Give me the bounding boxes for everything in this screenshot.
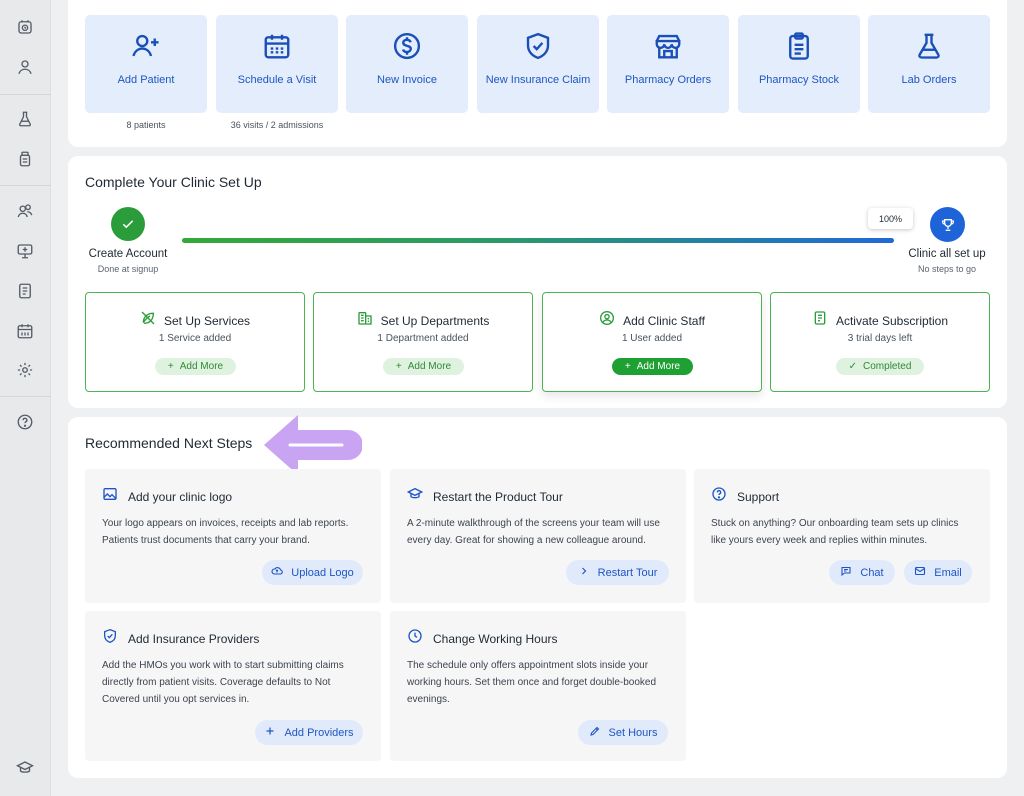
image-icon bbox=[102, 486, 118, 507]
add-providers-button[interactable]: Add Providers bbox=[255, 720, 363, 745]
milestone-start-sub: Done at signup bbox=[97, 264, 159, 274]
trophy-icon bbox=[930, 207, 965, 242]
step-sub: 1 Service added bbox=[158, 333, 232, 344]
graduation-cap-icon[interactable] bbox=[14, 757, 36, 779]
help-icon[interactable] bbox=[14, 411, 36, 433]
progress-percent-label: 100% bbox=[868, 208, 913, 229]
add-more-departments-button[interactable]: + Add More bbox=[383, 358, 464, 375]
shield-check-icon bbox=[521, 29, 555, 63]
plus-icon: + bbox=[395, 361, 402, 372]
dashboard-icon[interactable] bbox=[14, 16, 36, 38]
step-card-departments[interactable]: Set Up Departments 1 Department added + A… bbox=[313, 292, 533, 392]
restart-tour-button[interactable]: Restart Tour bbox=[566, 560, 669, 585]
lab-orders-button[interactable]: Lab Orders bbox=[868, 15, 990, 113]
subscription-completed-badge: ✓ Completed bbox=[836, 358, 924, 375]
step-sub: 1 User added bbox=[621, 333, 683, 344]
add-more-services-button[interactable]: + Add More bbox=[155, 358, 236, 375]
shield-check-icon bbox=[102, 628, 118, 649]
flask-icon bbox=[912, 29, 946, 63]
rec-card-logo: Add your clinic logo Your logo appears o… bbox=[85, 469, 381, 603]
cloud-upload-icon bbox=[271, 565, 284, 580]
rec-body: Stuck on anything? Our onboarding team s… bbox=[711, 518, 959, 546]
calendar-icon bbox=[260, 29, 294, 63]
quick-actions-panel: Add Patient Schedule a Visit New Invoice… bbox=[68, 0, 1007, 147]
milestone-end-title: Clinic all set up bbox=[908, 248, 986, 260]
chat-icon bbox=[840, 565, 852, 580]
pharmacy-bottle-icon[interactable] bbox=[14, 148, 36, 170]
clock-icon bbox=[407, 628, 423, 649]
chat-button[interactable]: Chat bbox=[829, 560, 895, 585]
new-insurance-claim-button[interactable]: New Insurance Claim bbox=[477, 15, 599, 113]
plus-icon bbox=[264, 725, 276, 740]
clipboard-icon bbox=[782, 29, 816, 63]
lab-flask-icon[interactable] bbox=[14, 108, 36, 130]
rec-card-insurance: Add Insurance Providers Add the HMOs you… bbox=[85, 611, 381, 761]
step-title: Add Clinic Staff bbox=[623, 313, 705, 328]
monitor-icon[interactable] bbox=[14, 240, 36, 262]
recommended-panel: Recommended Next Steps Add your clinic l… bbox=[68, 415, 1007, 778]
step-card-services[interactable]: Set Up Services 1 Service added + Add Mor… bbox=[85, 292, 305, 392]
add-more-staff-button[interactable]: + Add More bbox=[612, 358, 693, 375]
calendar-icon[interactable] bbox=[14, 320, 36, 342]
milestone-start-title: Create Account bbox=[88, 248, 168, 260]
mail-icon bbox=[914, 565, 926, 580]
step-title: Set Up Departments bbox=[380, 313, 490, 328]
pharmacy-stock-button[interactable]: Pharmacy Stock bbox=[738, 15, 860, 113]
step-card-subscription[interactable]: Activate Subscription 3 trial days left … bbox=[770, 292, 990, 392]
step-sub: 3 trial days left bbox=[847, 333, 913, 344]
clinic-setup-panel: Complete Your Clinic Set Up Create Accou… bbox=[68, 156, 1007, 408]
upload-logo-button[interactable]: Upload Logo bbox=[262, 560, 363, 585]
no-service-icon bbox=[140, 310, 156, 331]
staff-group-icon[interactable] bbox=[14, 200, 36, 222]
checkmark-icon: ✓ bbox=[848, 361, 858, 372]
step-sub: 1 Department added bbox=[377, 333, 469, 344]
add-user-icon bbox=[129, 29, 163, 63]
rec-card-working-hours: Change Working Hours The schedule only o… bbox=[390, 611, 686, 761]
dollar-icon bbox=[390, 29, 424, 63]
user-icon[interactable] bbox=[14, 56, 36, 78]
milestone-end-sub: No steps to go bbox=[917, 264, 977, 274]
rec-card-support: Support Stuck on anything? Our onboardin… bbox=[694, 469, 990, 603]
step-card-staff[interactable]: Add Clinic Staff 1 User added + Add More bbox=[542, 292, 762, 392]
schedule-visit-button[interactable]: Schedule a Visit bbox=[216, 15, 338, 113]
rec-body: A 2-minute walkthrough of the screens yo… bbox=[407, 518, 660, 546]
pencil-icon bbox=[589, 725, 601, 740]
visits-count: 36 visits / 2 admissions bbox=[230, 120, 324, 130]
user-circle-icon bbox=[599, 310, 615, 331]
document-icon[interactable] bbox=[14, 280, 36, 302]
new-invoice-button[interactable]: New Invoice bbox=[346, 15, 468, 113]
check-icon bbox=[111, 207, 145, 241]
step-title: Activate Subscription bbox=[835, 313, 949, 328]
patients-count: 8 patients bbox=[126, 120, 166, 130]
rec-card-tour: Restart the Product Tour A 2-minute walk… bbox=[390, 469, 686, 603]
settings-icon[interactable] bbox=[14, 359, 36, 381]
plus-icon: + bbox=[624, 361, 631, 372]
help-icon bbox=[711, 486, 727, 507]
setup-progress-bar bbox=[182, 238, 894, 243]
chevron-right-icon bbox=[578, 565, 590, 580]
rec-body: The schedule only offers appointment slo… bbox=[407, 660, 657, 705]
sidebar bbox=[0, 0, 51, 796]
email-button[interactable]: Email bbox=[904, 560, 972, 585]
graduation-cap-icon bbox=[406, 486, 424, 507]
add-patient-button[interactable]: Add Patient bbox=[85, 15, 207, 113]
recommended-title: Recommended Next Steps bbox=[85, 435, 253, 451]
receipt-icon bbox=[812, 310, 828, 331]
setup-progress-fill bbox=[182, 238, 894, 243]
plus-icon: + bbox=[167, 361, 174, 372]
step-title: Set Up Services bbox=[163, 313, 251, 328]
setup-title: Complete Your Clinic Set Up bbox=[85, 174, 262, 190]
pharmacy-orders-button[interactable]: Pharmacy Orders bbox=[607, 15, 729, 113]
rec-body: Your logo appears on invoices, receipts … bbox=[102, 518, 349, 546]
building-icon bbox=[357, 310, 373, 331]
rec-body: Add the HMOs you work with to start subm… bbox=[102, 660, 344, 705]
set-hours-button[interactable]: Set Hours bbox=[578, 720, 668, 745]
store-icon bbox=[651, 29, 685, 63]
